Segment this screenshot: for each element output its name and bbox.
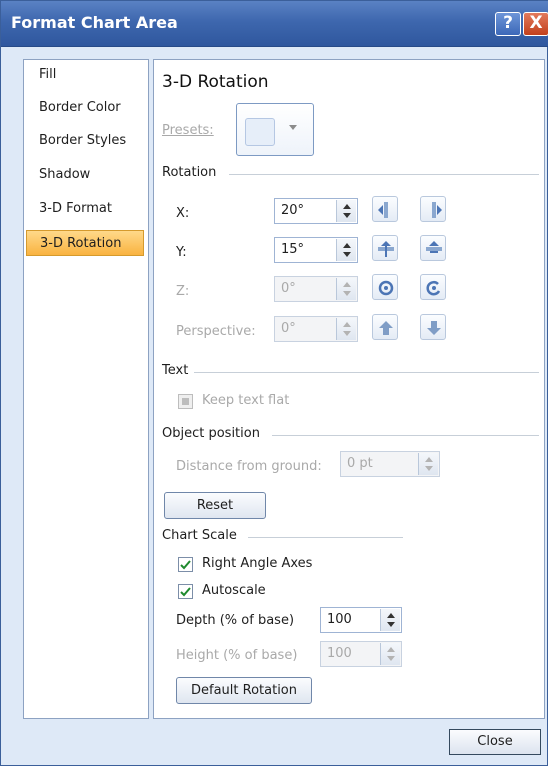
perspective-value: 0° [281,321,296,336]
height-value: 100 [327,646,352,661]
x-rotation-spinner[interactable]: 20° [274,198,358,224]
default-rotation-button[interactable]: Default Rotation [176,677,312,704]
rotate-clockwise-icon[interactable] [372,274,398,300]
narrow-field-icon[interactable] [372,314,398,340]
sidebar-item-fill[interactable]: Fill [26,62,144,88]
close-window-button[interactable]: X [523,12,548,36]
object-position-divider [272,435,539,436]
sidebar-item-border-styles[interactable]: Border Styles [26,128,144,154]
rotate-left-icon[interactable] [372,196,398,222]
perspective-spinner[interactable]: 0° [274,316,358,342]
checkmark-icon [180,587,191,597]
titlebar: Format Chart Area ? X [1,1,548,47]
rotate-up-icon[interactable] [372,235,398,261]
chevron-down-icon [289,125,297,130]
settings-panel: 3-D Rotation Presets: Rotation X: 20° Y:… [153,59,545,719]
rotate-down-icon[interactable] [420,235,446,261]
right-angle-axes-checkbox[interactable] [178,557,193,572]
rotate-counterclockwise-icon[interactable] [420,274,446,300]
height-label: Height (% of base) [176,648,298,663]
spin-arrows[interactable] [380,609,400,631]
chart-scale-divider [248,537,403,538]
distance-from-ground-value: 0 pt [347,456,373,471]
chart-scale-section-label: Chart Scale [162,528,237,543]
help-button[interactable]: ? [495,12,521,36]
checkmark-icon [180,560,191,570]
height-spinner[interactable]: 100 [320,641,402,667]
text-divider [194,372,539,373]
spin-arrows[interactable] [336,200,356,222]
reset-button[interactable]: Reset [164,492,266,519]
autoscale-label: Autoscale [202,583,266,598]
y-label: Y: [176,245,187,260]
spin-arrows[interactable] [336,278,356,300]
presets-preview [245,118,275,146]
spin-arrows[interactable] [336,318,356,340]
y-rotation-spinner[interactable]: 15° [274,237,358,263]
z-label: Z: [176,284,190,299]
rotation-section-label: Rotation [162,165,217,180]
autoscale-checkbox[interactable] [178,584,193,599]
close-button[interactable]: Close [449,729,541,755]
category-list: Fill Border Color Border Styles Shadow 3… [23,59,149,719]
perspective-label: Perspective: [176,324,256,339]
format-chart-area-dialog: Format Chart Area ? X Fill Border Color … [0,0,548,766]
text-section-label: Text [162,363,189,378]
widen-field-icon[interactable] [420,314,446,340]
sidebar-item-3d-format[interactable]: 3-D Format [26,196,144,222]
x-label: X: [176,206,190,221]
dialog-title: Format Chart Area [11,13,178,32]
panel-title: 3-D Rotation [162,72,269,92]
presets-label-text: Presets: [162,123,214,138]
x-rotation-value: 20° [281,203,305,218]
distance-from-ground-spinner[interactable]: 0 pt [340,451,440,477]
rotate-right-icon[interactable] [420,196,446,222]
spin-arrows[interactable] [336,239,356,261]
spin-arrows[interactable] [418,453,438,475]
depth-label: Depth (% of base) [176,613,295,628]
spin-arrows[interactable] [380,643,400,665]
distance-from-ground-label: Distance from ground: [176,459,322,474]
keep-text-flat-label: Keep text flat [202,393,290,408]
presets-label: Presets: [162,123,214,138]
z-rotation-spinner[interactable]: 0° [274,276,358,302]
y-rotation-value: 15° [281,242,305,257]
depth-spinner[interactable]: 100 [320,607,402,633]
sidebar-item-shadow[interactable]: Shadow [26,162,144,188]
presets-dropdown[interactable] [236,103,314,156]
z-rotation-value: 0° [281,281,296,296]
sidebar-item-border-color[interactable]: Border Color [26,95,144,121]
sidebar-item-3d-rotation[interactable]: 3-D Rotation [26,230,144,256]
keep-text-flat-checkbox[interactable] [178,394,193,409]
rotation-divider [229,174,539,175]
object-position-section-label: Object position [162,426,260,441]
right-angle-axes-label: Right Angle Axes [202,556,313,571]
depth-value: 100 [327,612,352,627]
